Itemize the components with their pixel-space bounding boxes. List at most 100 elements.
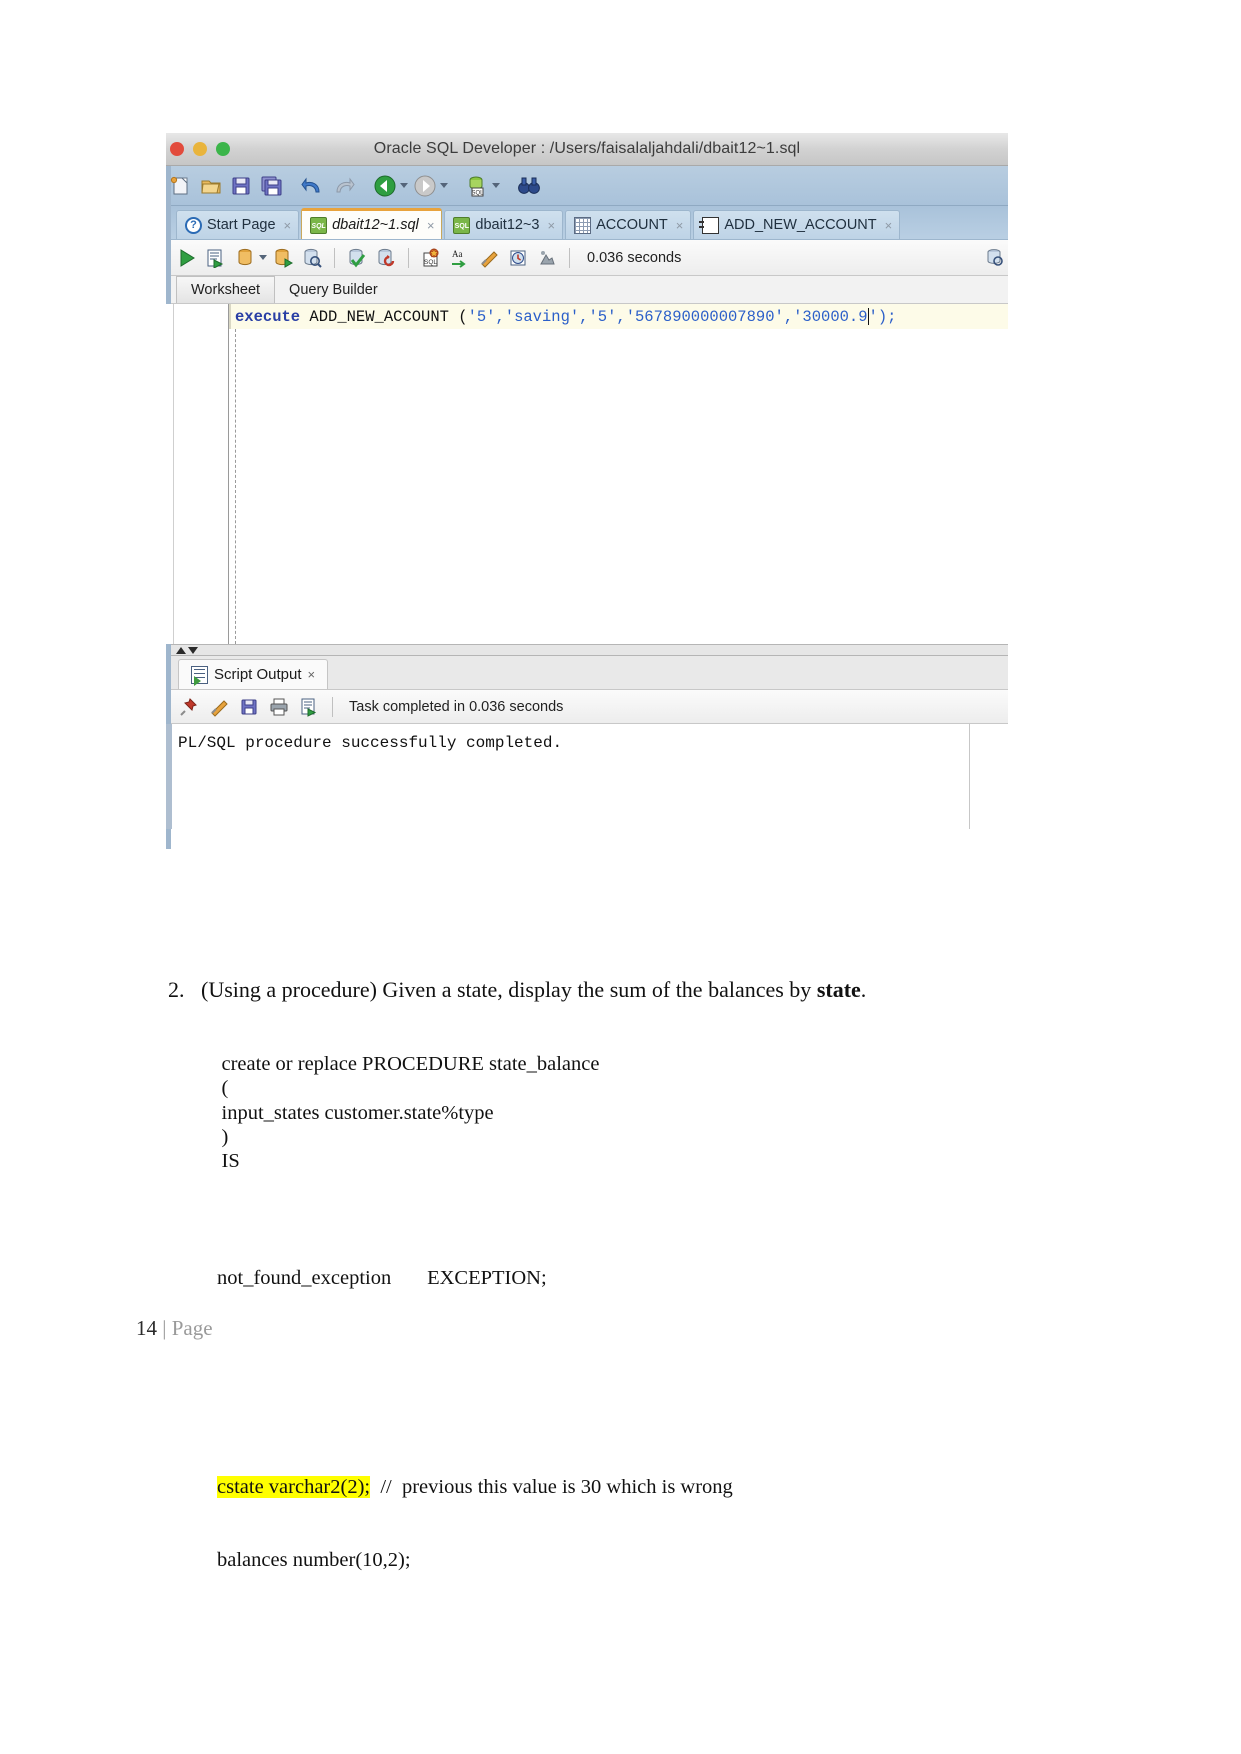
tab-start-page[interactable]: ? Start Page × <box>176 210 300 239</box>
editor-bookmark-gutter <box>166 304 174 644</box>
main-toolbar[interactable]: SQL <box>166 166 1008 206</box>
undo-icon[interactable] <box>300 173 326 199</box>
forward-navigate-icon[interactable] <box>412 173 438 199</box>
svg-text:SQL: SQL <box>424 259 437 266</box>
output-tab-strip[interactable]: Script Output × <box>166 656 1008 690</box>
explain-plan-icon[interactable] <box>232 246 258 270</box>
editor-tab-strip[interactable]: ? Start Page × SQL dbait12~1.sql × SQL d… <box>166 206 1008 240</box>
tab-close-icon[interactable]: × <box>676 218 684 233</box>
run-statement-icon[interactable] <box>174 246 200 270</box>
splitter-collapse-down-icon[interactable] <box>188 646 198 654</box>
code-line-close-paren: ) <box>221 1125 229 1148</box>
forward-dropdown-caret-icon[interactable] <box>440 183 448 188</box>
script-output-status: Task completed in 0.036 seconds <box>349 698 564 715</box>
output-left-stripe <box>166 724 172 829</box>
code-line-1[interactable]: execute ADD_NEW_ACCOUNT ('5','saving','5… <box>229 304 1008 329</box>
tab-account[interactable]: ACCOUNT × <box>565 210 692 239</box>
script-output-toolbar[interactable]: Task completed in 0.036 seconds <box>166 690 1008 724</box>
tab-close-icon[interactable]: × <box>547 218 555 233</box>
tab-close-icon[interactable]: × <box>885 218 893 233</box>
page-number: 14 <box>136 1316 157 1340</box>
code-line-cstate: cstate varchar2(2); // previous this val… <box>201 1475 1061 1499</box>
page-footer: 14 | Page <box>136 1316 213 1341</box>
pin-icon[interactable] <box>176 695 202 719</box>
run-script-icon[interactable] <box>203 246 229 270</box>
question-bold-word: state <box>816 977 861 1002</box>
tab-label: ADD_NEW_ACCOUNT <box>724 217 877 233</box>
tab-label: ACCOUNT <box>596 217 668 233</box>
script-output-body[interactable]: PL/SQL procedure successfully completed. <box>166 724 1008 829</box>
output-tab-close-icon[interactable]: × <box>308 667 316 682</box>
find-binoculars-icon[interactable] <box>516 173 542 199</box>
sql-keyword-execute: execute <box>235 307 301 326</box>
history-clock-icon[interactable] <box>505 246 531 270</box>
save-icon[interactable] <box>228 173 254 199</box>
question-item-2: 2. (Using a procedure) Given a state, di… <box>168 975 1068 1005</box>
query-builder-icon[interactable] <box>534 246 560 270</box>
splitter-collapse-up-icon[interactable] <box>176 646 186 654</box>
commit-icon[interactable] <box>344 246 370 270</box>
compile-icon[interactable]: SQL <box>418 246 444 270</box>
code-line-open-paren: ( <box>221 1077 229 1100</box>
editor-code-area[interactable]: execute ADD_NEW_ACCOUNT ('5','saving','5… <box>229 304 1008 644</box>
code-line-is: IS <box>221 1149 240 1172</box>
open-folder-icon[interactable] <box>198 173 224 199</box>
worksheet-sub-tabs[interactable]: Worksheet Query Builder <box>166 276 1008 304</box>
code-line-balances: balances number(10,2); <box>217 1548 411 1571</box>
sql-worksheet-icon: SQL <box>453 216 471 234</box>
sql-history-icon[interactable]: SQL <box>464 173 490 199</box>
code-line-create: create or replace PROCEDURE state_balanc… <box>221 1053 600 1076</box>
sub-tab-query-builder[interactable]: Query Builder <box>275 276 392 303</box>
editor-line-number-gutter <box>174 304 229 644</box>
tab-label: Start Page <box>207 217 276 233</box>
toolbar-divider <box>332 696 333 717</box>
tab-label: dbait12~3 <box>475 217 540 233</box>
redo-icon <box>330 173 356 199</box>
save-all-icon[interactable] <box>258 173 284 199</box>
worksheet-toolbar[interactable]: SQL Aa 0.036 seconds <box>166 240 1008 276</box>
explain-plan-dropdown-caret-icon[interactable] <box>259 255 267 260</box>
output-tab-label: Script Output <box>214 666 302 683</box>
editor-indent-guide <box>235 329 236 644</box>
code-line-param: input_states customer.state%type <box>221 1101 494 1124</box>
sql-editor[interactable]: execute ADD_NEW_ACCOUNT ('5','saving','5… <box>166 304 1008 644</box>
tab-close-icon[interactable]: × <box>284 218 292 233</box>
inline-comment: // previous this value is 30 which is wr… <box>370 1476 733 1498</box>
sub-tab-label: Worksheet <box>191 282 261 298</box>
embedded-screenshot-oracle-sql-developer: Oracle SQL Developer : /Users/faisalalja… <box>166 133 1008 849</box>
clear-eraser-icon[interactable] <box>206 695 232 719</box>
svg-text:SQL: SQL <box>471 190 484 196</box>
question-number: 2. <box>168 977 185 1002</box>
tab-dbait12-1-sql[interactable]: SQL dbait12~1.sql × <box>301 208 443 239</box>
back-dropdown-caret-icon[interactable] <box>400 183 408 188</box>
tab-add-new-account[interactable]: ADD_NEW_ACCOUNT × <box>693 210 901 239</box>
panel-splitter[interactable] <box>166 644 1008 656</box>
open-in-editor-icon[interactable] <box>296 695 322 719</box>
script-output-icon <box>191 665 208 686</box>
sql-procedure-name: ADD_NEW_ACCOUNT ( <box>300 307 468 326</box>
clear-eraser-icon[interactable] <box>476 246 502 270</box>
sub-tab-worksheet[interactable]: Worksheet <box>176 276 276 303</box>
tab-dbait12-3[interactable]: SQL dbait12~3 × <box>444 210 564 239</box>
code-line-exception: not_found_exception EXCEPTION; <box>217 1266 547 1289</box>
rollback-icon[interactable] <box>373 246 399 270</box>
sql-tuning-icon[interactable] <box>299 246 325 270</box>
tab-close-icon[interactable]: × <box>427 218 435 233</box>
window-title-bar: Oracle SQL Developer : /Users/faisalalja… <box>166 133 1008 166</box>
back-navigate-icon[interactable] <box>372 173 398 199</box>
highlighted-declaration: cstate varchar2(2); <box>217 1476 371 1498</box>
elapsed-time-label: 0.036 seconds <box>587 249 682 266</box>
new-file-icon[interactable] <box>168 173 194 199</box>
save-icon[interactable] <box>236 695 262 719</box>
autotrace-icon[interactable] <box>270 246 296 270</box>
format-aa-icon[interactable]: Aa <box>447 246 473 270</box>
print-icon[interactable] <box>266 695 292 719</box>
worksheet-options-icon[interactable] <box>982 246 1008 270</box>
footer-label: Page <box>171 1316 213 1340</box>
sql-history-dropdown-caret-icon[interactable] <box>492 183 500 188</box>
sub-tab-label: Query Builder <box>289 281 378 298</box>
output-right-divider <box>969 724 970 829</box>
tab-script-output[interactable]: Script Output × <box>178 659 329 689</box>
